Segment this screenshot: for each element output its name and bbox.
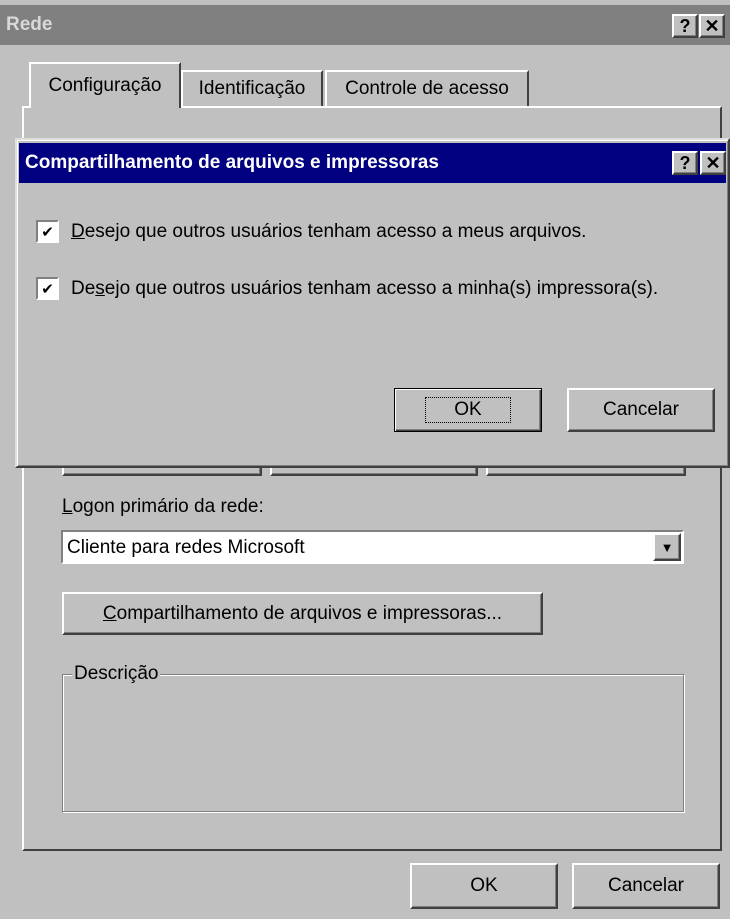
checkmark-icon: ✔ <box>41 280 54 298</box>
dialog-title: Compartilhamento de arquivos e impressor… <box>25 152 439 173</box>
share-printers-label: Desejo que outros usuários tenham acesso… <box>71 277 659 299</box>
dialog-cancel-button[interactable]: Cancelar <box>567 388 715 432</box>
rede-ok-button-label: OK <box>470 875 498 896</box>
dialog-close-button[interactable]: ✕ <box>700 151 726 175</box>
rede-ok-button[interactable]: OK <box>410 863 558 909</box>
description-group <box>62 674 684 812</box>
dropdown-button[interactable]: ▼ <box>653 533 681 561</box>
help-icon: ? <box>679 152 691 173</box>
dialog-ok-button-label: OK <box>425 397 511 423</box>
tab-configuracao-label: Configuração <box>48 75 162 96</box>
primary-logon-value: Cliente para redes Microsoft <box>67 537 305 558</box>
rede-help-button[interactable]: ? <box>672 14 698 38</box>
tab-controle-acesso[interactable]: Controle de acesso <box>325 70 529 106</box>
primary-logon-label: Logon primário da rede: <box>62 496 264 517</box>
description-legend: Descrição <box>72 663 161 685</box>
primary-logon-select[interactable]: Cliente para redes Microsoft ▼ <box>61 530 684 564</box>
tab-configuracao[interactable]: Configuração <box>29 62 181 108</box>
rede-title: Rede <box>6 14 53 35</box>
share-printers-option[interactable]: ✔ Desejo que outros usuários tenham aces… <box>36 277 658 300</box>
share-files-label: Desejo que outros usuários tenham acesso… <box>71 220 587 242</box>
close-icon: ✕ <box>705 152 721 173</box>
dialog-help-button[interactable]: ? <box>672 151 698 175</box>
share-printers-checkbox[interactable]: ✔ <box>36 277 59 300</box>
help-icon: ? <box>679 15 691 36</box>
close-icon: ✕ <box>704 15 720 36</box>
rede-cancel-button-label: Cancelar <box>607 875 685 896</box>
chevron-down-icon: ▼ <box>660 539 674 555</box>
rede-close-button[interactable]: ✕ <box>699 14 725 38</box>
rede-cancel-button[interactable]: Cancelar <box>572 863 720 909</box>
dialog-cancel-button-label: Cancelar <box>602 399 680 420</box>
tab-identificacao-label: Identificação <box>198 78 306 99</box>
tab-identificacao[interactable]: Identificação <box>181 70 323 106</box>
file-printer-sharing-button[interactable]: Compartilhamento de arquivos e impressor… <box>62 592 543 635</box>
dialog-ok-button[interactable]: OK <box>394 388 542 432</box>
tab-controle-acesso-label: Controle de acesso <box>345 78 509 99</box>
rede-titlebar: Rede <box>0 5 730 45</box>
checkmark-icon: ✔ <box>41 223 54 241</box>
share-files-option[interactable]: ✔ Desejo que outros usuários tenham aces… <box>36 220 586 243</box>
dialog-titlebar: Compartilhamento de arquivos e impressor… <box>19 143 726 183</box>
file-printer-sharing-button-label: Compartilhamento de arquivos e impressor… <box>102 602 503 624</box>
sharing-dialog: Compartilhamento de arquivos e impressor… <box>15 138 730 468</box>
share-files-checkbox[interactable]: ✔ <box>36 220 59 243</box>
